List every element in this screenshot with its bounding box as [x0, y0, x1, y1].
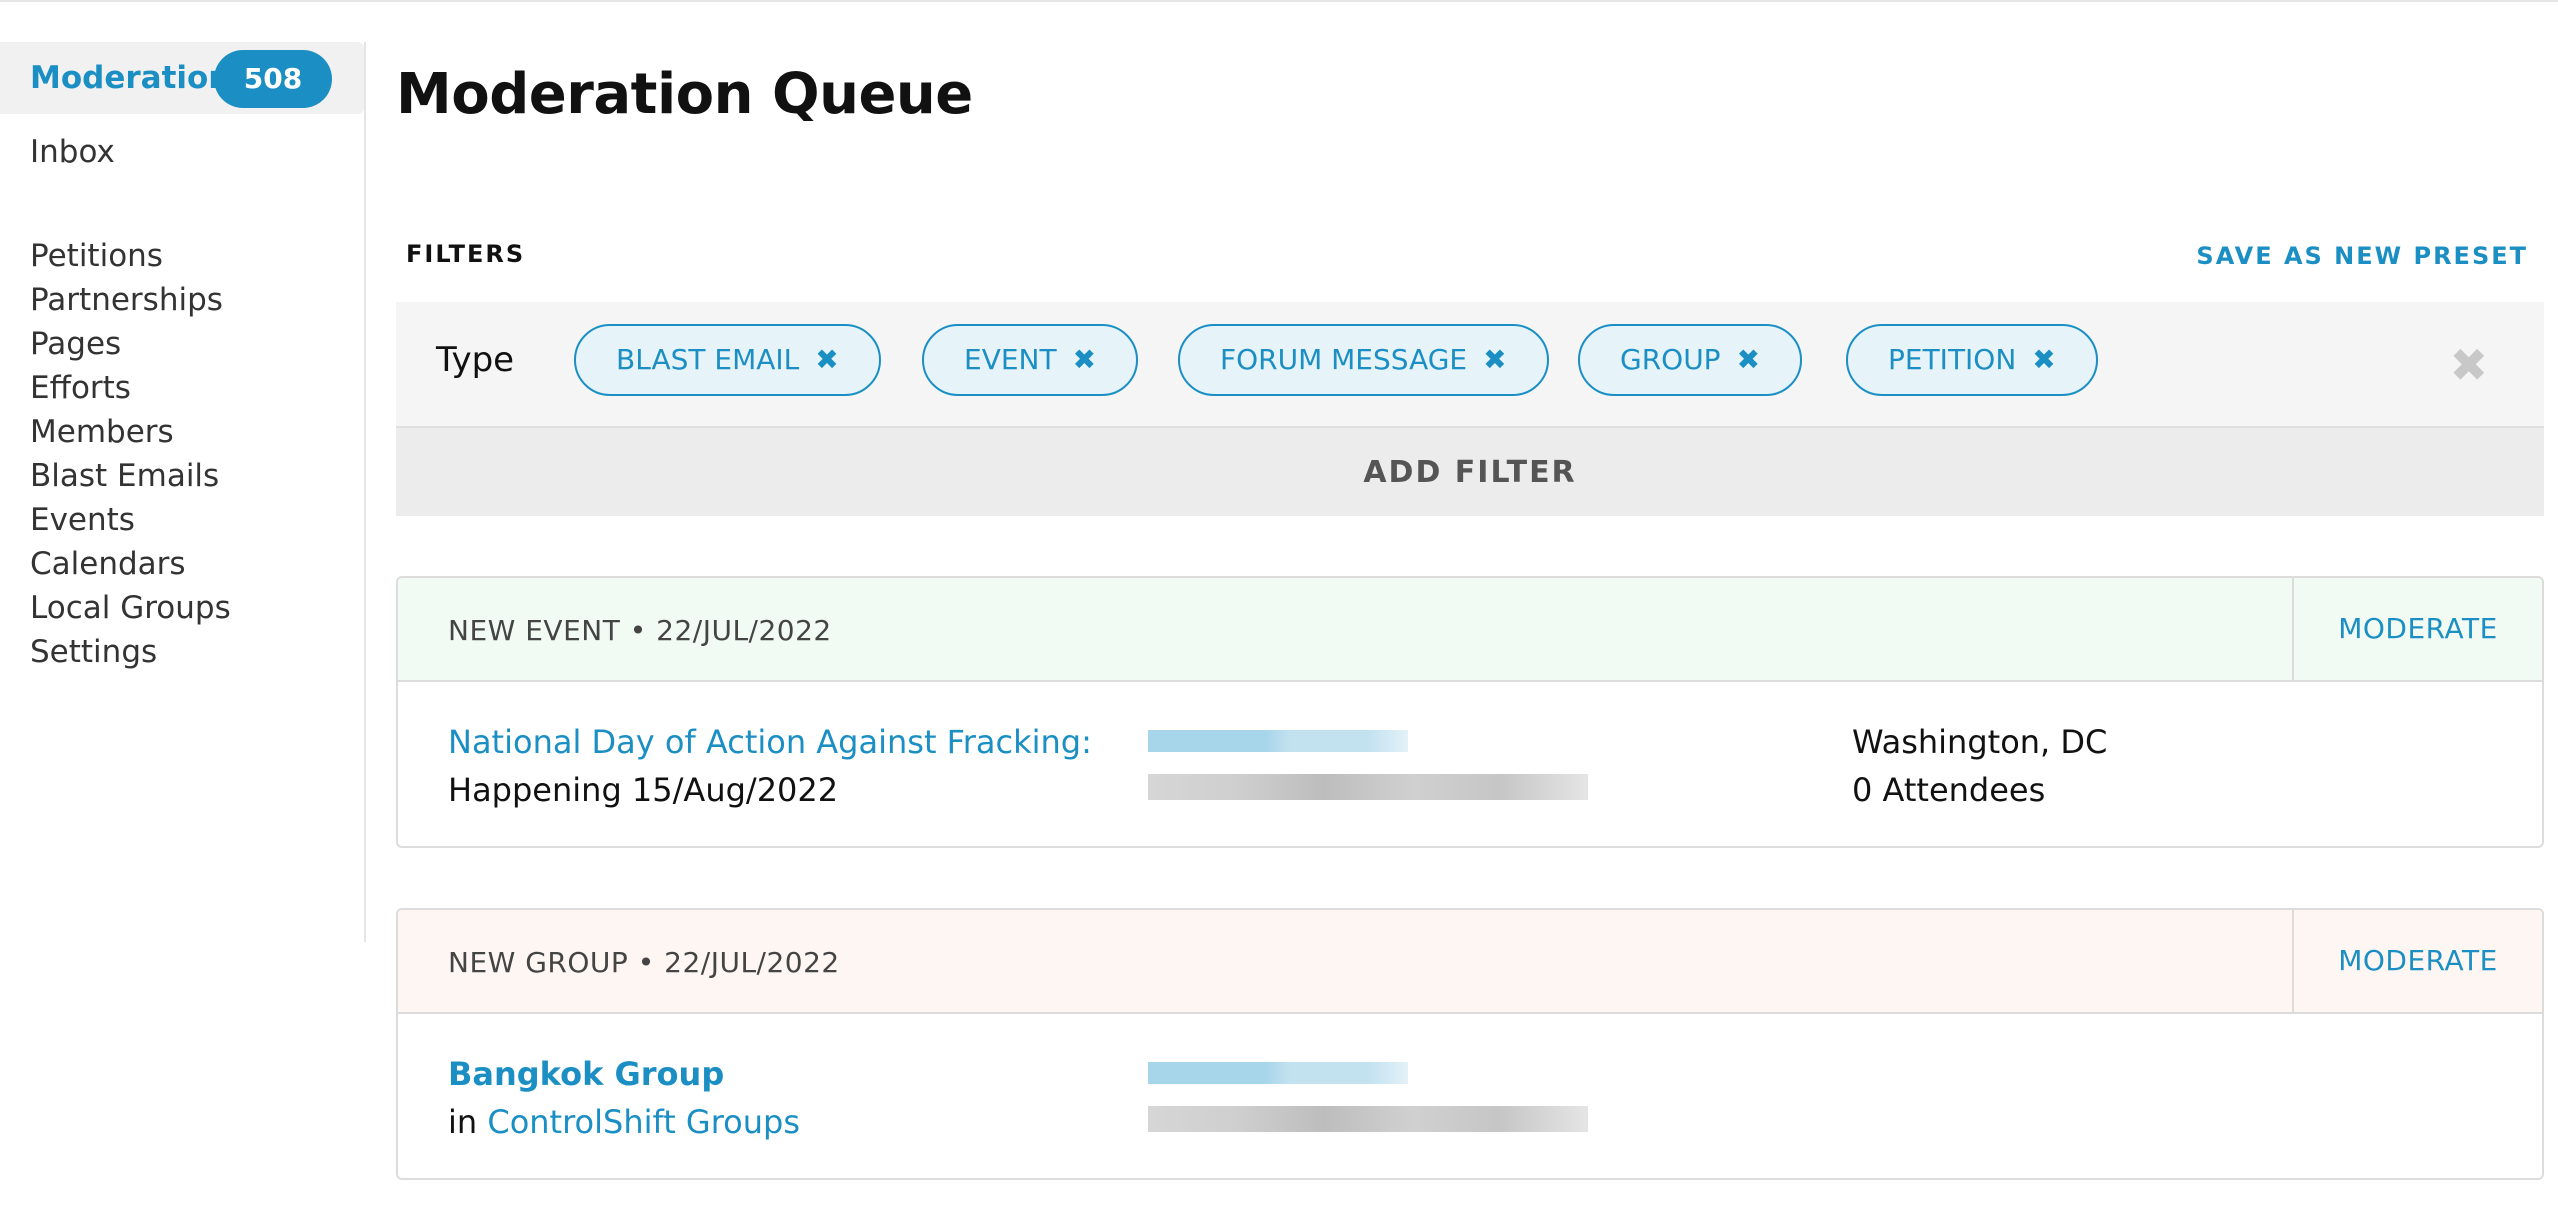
event-attendees: 0 Attendees — [1852, 771, 2046, 809]
moderate-button[interactable]: MODERATE — [2292, 910, 2542, 1012]
page-title: Moderation Queue — [396, 62, 973, 127]
filter-type-label: Type — [436, 340, 515, 380]
group-title-link[interactable]: Bangkok Group — [448, 1055, 724, 1093]
close-icon[interactable]: ✖ — [815, 343, 838, 376]
sidebar-item-inbox[interactable]: Inbox — [30, 134, 115, 170]
filter-chip-label: PETITION — [1888, 343, 2017, 376]
parent-group-link[interactable]: ControlShift Groups — [487, 1103, 800, 1141]
close-icon[interactable]: ✖ — [1737, 343, 1760, 376]
filter-chip-forum-message[interactable]: FORUM MESSAGE ✖ — [1178, 324, 1549, 396]
filter-chip-blast-email[interactable]: BLAST EMAIL ✖ — [574, 324, 881, 396]
top-divider — [0, 0, 2558, 2]
redacted-creator-name — [1148, 1062, 1408, 1084]
sidebar-item-local-groups[interactable]: Local Groups — [30, 590, 231, 626]
moderation-count-badge: 508 — [214, 50, 332, 108]
sidebar-item-blast-emails[interactable]: Blast Emails — [30, 458, 219, 494]
card-header: NEW GROUP • 22/JUL/2022 MODERATE — [398, 910, 2542, 1014]
filter-chip-event[interactable]: EVENT ✖ — [922, 324, 1139, 396]
card-details: National Day of Action Against Fracking:… — [448, 718, 1092, 814]
redacted-creator-name — [1148, 730, 1408, 752]
sidebar-item-efforts[interactable]: Efforts — [30, 370, 131, 406]
moderation-card-event: NEW EVENT • 22/JUL/2022 MODERATE Nationa… — [396, 576, 2544, 848]
add-filter-button[interactable]: ADD FILTER — [396, 426, 2544, 516]
event-location: Washington, DC 0 Attendees — [1852, 718, 2107, 814]
filter-chip-label: BLAST EMAIL — [616, 343, 800, 376]
filter-chip-label: FORUM MESSAGE — [1220, 343, 1468, 376]
event-title-link[interactable]: National Day of Action Against Fracking: — [448, 723, 1092, 761]
filter-chip-group[interactable]: GROUP ✖ — [1578, 324, 1803, 396]
sidebar-item-members[interactable]: Members — [30, 414, 174, 450]
redacted-creator-email — [1148, 774, 1588, 800]
filters-heading: FILTERS — [406, 240, 526, 268]
event-city: Washington, DC — [1852, 723, 2108, 761]
close-icon[interactable]: ✖ — [1483, 343, 1506, 376]
redacted-creator-email — [1148, 1106, 1588, 1132]
sidebar: Moderation 508 Inbox Petitions Partnersh… — [0, 42, 366, 942]
save-as-new-preset-button[interactable]: SAVE AS NEW PRESET — [2196, 242, 2528, 270]
event-date: Happening 15/Aug/2022 — [448, 771, 839, 809]
close-icon[interactable]: ✖ — [1073, 343, 1096, 376]
moderation-card-group: NEW GROUP • 22/JUL/2022 MODERATE Bangkok… — [396, 908, 2544, 1180]
card-details: Bangkok Group in ControlShift Groups — [448, 1050, 800, 1146]
card-kind-label: NEW EVENT • 22/JUL/2022 — [448, 614, 832, 647]
filter-chip-label: EVENT — [964, 343, 1057, 376]
card-kind-label: NEW GROUP • 22/JUL/2022 — [448, 946, 840, 979]
sidebar-item-partnerships[interactable]: Partnerships — [30, 282, 223, 318]
sidebar-item-pages[interactable]: Pages — [30, 326, 121, 362]
sidebar-item-settings[interactable]: Settings — [30, 634, 157, 670]
sidebar-item-events[interactable]: Events — [30, 502, 135, 538]
filter-row: Type BLAST EMAIL ✖ EVENT ✖ FORUM MESSAGE ✖ … — [396, 302, 2544, 426]
sidebar-item-calendars[interactable]: Calendars — [30, 546, 186, 582]
clear-filter-icon[interactable]: ✖ — [2449, 338, 2488, 392]
close-icon[interactable]: ✖ — [2032, 343, 2055, 376]
sidebar-item-moderation[interactable]: Moderation 508 — [0, 42, 364, 114]
sidebar-item-label: Moderation — [30, 60, 231, 96]
filter-chip-label: GROUP — [1620, 343, 1721, 376]
card-header: NEW EVENT • 22/JUL/2022 MODERATE — [398, 578, 2542, 682]
sidebar-item-petitions[interactable]: Petitions — [30, 238, 163, 274]
moderate-button[interactable]: MODERATE — [2292, 578, 2542, 680]
filter-chip-petition[interactable]: PETITION ✖ — [1846, 324, 2098, 396]
group-in-prefix: in — [448, 1103, 478, 1141]
